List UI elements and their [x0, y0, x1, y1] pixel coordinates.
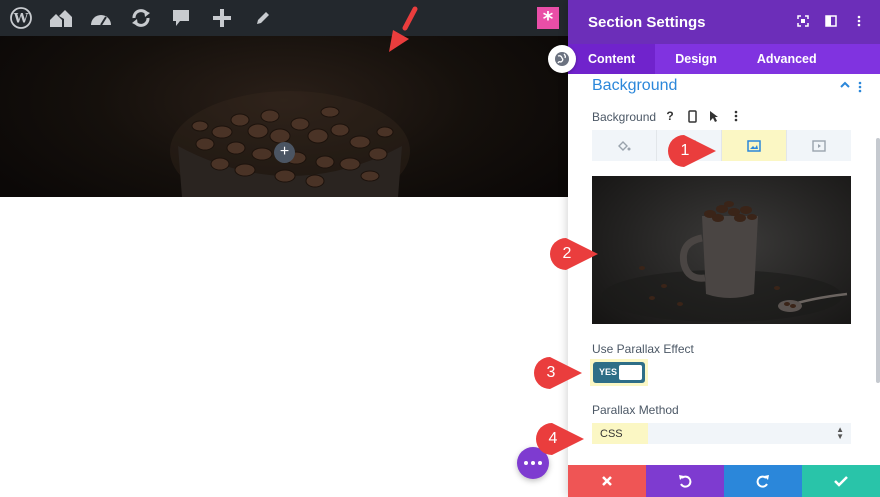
collapse-chevron-icon[interactable] [840, 78, 850, 92]
callout-2: 2 [550, 238, 600, 270]
background-image-preview[interactable] [592, 176, 851, 324]
section-more-icon[interactable] [858, 80, 862, 98]
section-title-background[interactable]: Background [592, 77, 677, 95]
parallax-method-select[interactable]: CSS ▲ ▼ [592, 423, 851, 444]
svg-text:*: * [543, 7, 554, 29]
callout-4: 4 [536, 423, 586, 455]
admin-bar: W * [0, 0, 568, 36]
divi-builder-icon[interactable]: * [535, 4, 561, 32]
image-icon [747, 139, 761, 152]
redo-button[interactable] [724, 465, 802, 497]
callout-number: 2 [562, 245, 572, 262]
comments-icon[interactable] [166, 4, 196, 32]
select-arrows-icon: ▲ ▼ [836, 425, 844, 441]
toggle-yes-label: YES [599, 367, 618, 377]
panel-title: Section Settings [588, 13, 706, 31]
panel-footer [568, 465, 880, 497]
toggle-knob [619, 365, 642, 380]
globe-icon[interactable] [548, 45, 576, 73]
parallax-method-label: Parallax Method [592, 403, 679, 417]
dashboard-icon[interactable] [86, 4, 116, 32]
redo-icon [756, 475, 769, 488]
discard-button[interactable] [568, 465, 646, 497]
callout-number: 4 [548, 430, 558, 447]
snap-sidebar-icon[interactable] [824, 14, 838, 28]
add-module-button[interactable]: + [274, 142, 295, 163]
coffee-beans-image [170, 91, 410, 197]
panel-header: Section Settings [568, 0, 880, 44]
background-video-tab[interactable] [787, 130, 851, 161]
more-options-icon[interactable] [852, 14, 866, 28]
callout-number: 1 [680, 142, 690, 159]
settings-tabs: Content Design Advanced [568, 44, 880, 74]
callout-3: 3 [534, 357, 584, 389]
save-button[interactable] [802, 465, 880, 497]
annotation-arrow [389, 6, 418, 52]
parallax-toggle[interactable]: YES [593, 362, 645, 383]
new-icon[interactable] [207, 4, 237, 32]
background-label: Background [592, 110, 657, 124]
wordpress-icon[interactable]: W [6, 4, 36, 32]
background-type-tabs [592, 130, 851, 161]
undo-icon [679, 475, 692, 488]
responsive-icon[interactable] [685, 108, 699, 124]
section-settings-panel: Section Settings Content Design Advanced… [568, 0, 880, 497]
close-icon [602, 476, 612, 486]
check-icon [834, 476, 848, 487]
fullscreen-icon[interactable] [796, 14, 810, 28]
hover-cursor-icon[interactable] [707, 108, 721, 124]
callout-number: 3 [546, 364, 556, 381]
hero-section[interactable]: + [0, 36, 568, 197]
svg-text:W: W [13, 12, 29, 27]
field-more-icon[interactable] [729, 108, 743, 124]
undo-button[interactable] [646, 465, 724, 497]
video-icon [812, 139, 826, 152]
parallax-method-value: CSS [600, 428, 623, 440]
updates-icon[interactable] [126, 4, 156, 32]
background-image-tab[interactable] [722, 130, 787, 161]
paint-bucket-icon [618, 140, 631, 151]
parallax-label: Use Parallax Effect [592, 342, 694, 356]
tab-advanced[interactable]: Advanced [737, 44, 837, 74]
edit-icon[interactable] [248, 4, 278, 32]
help-icon[interactable]: ? [663, 108, 677, 124]
tab-design[interactable]: Design [655, 44, 737, 74]
my-sites-icon[interactable] [46, 4, 76, 32]
coffee-cup-image [602, 201, 848, 322]
panel-scrollbar[interactable] [876, 138, 880, 383]
callout-1: 1 [668, 135, 718, 167]
background-color-tab[interactable] [592, 130, 657, 161]
tab-content[interactable]: Content [568, 44, 656, 74]
